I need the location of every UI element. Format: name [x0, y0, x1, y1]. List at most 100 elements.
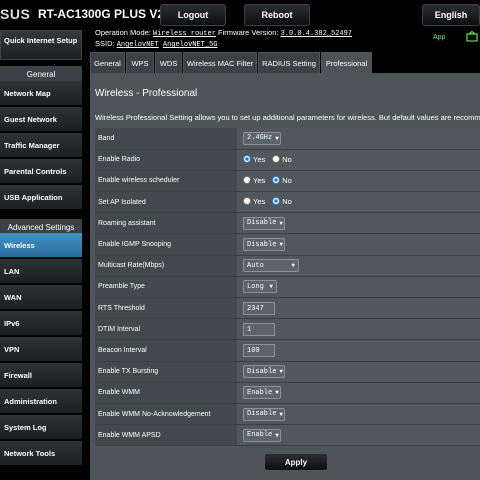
chevron-down-icon: ▼ — [275, 134, 279, 142]
setting-row-preamble-type: Preamble Type Long ▼ — [95, 276, 480, 299]
radio-unselected-icon — [243, 197, 251, 206]
sidebar-item-network-map[interactable]: Network Map — [0, 81, 82, 106]
chevron-down-icon: ▼ — [269, 283, 273, 291]
radio-unselected-icon — [272, 155, 281, 164]
tab-wps[interactable]: WPS — [126, 52, 154, 73]
beacon-interval-input[interactable]: 100 — [243, 343, 275, 357]
setting-row-igmp-snooping: Enable IGMP Snooping Disable ▼ — [95, 233, 480, 256]
sidebar-item-administration[interactable]: Administration — [0, 389, 82, 414]
sidebar-item-parental-controls[interactable]: Parental Controls — [0, 159, 82, 184]
firmware-link[interactable]: 3.0.0.4.382_52497 — [281, 30, 352, 38]
sidebar-item-traffic-manager[interactable]: Traffic Manager — [0, 133, 82, 158]
language-selector[interactable]: English — [422, 4, 480, 26]
status-line-ssid: SSID: AngelovNET AngelovNET_5G — [95, 39, 217, 49]
quick-internet-setup-button[interactable]: Quick Internet Setup — [0, 30, 82, 60]
setting-row-rts-threshold: RTS Threshold 2347 — [95, 297, 480, 320]
setting-label: Set AP Isolated — [95, 191, 237, 214]
tab-radius-setting[interactable]: RADIUS Setting — [258, 52, 320, 73]
setting-row-wmm-apsd: Enable WMM APSD Enable ▼ — [95, 424, 480, 447]
setting-label: DTIM Interval — [95, 318, 237, 341]
setting-label: Roaming assistant — [95, 212, 237, 235]
radio-selected-icon — [243, 155, 251, 164]
setting-row-wmm: Enable WMM Enable ▼ — [95, 382, 480, 404]
band-select[interactable]: 2.4GHz ▼ — [243, 131, 281, 145]
setting-label: Multicast Rate(Mbps) — [95, 255, 237, 277]
setting-row-wmm-no-ack: Enable WMM No-Acknowledgement Disable ▼ — [95, 403, 480, 426]
select-value: Disable — [247, 219, 277, 228]
tx-bursting-select[interactable]: Disable ▼ — [243, 365, 285, 379]
sidebar-item-usb-application[interactable]: USB Application — [0, 185, 82, 210]
apply-button[interactable]: Apply — [264, 453, 328, 471]
setting-label: Enable WMM — [95, 382, 237, 404]
app-link-icon[interactable] — [466, 31, 478, 43]
sidebar-item-guest-network[interactable]: Guest Network — [0, 107, 82, 132]
chevron-down-icon: ▼ — [275, 389, 279, 397]
tab-wireless-mac-filter[interactable]: Wireless MAC Filter — [183, 52, 257, 73]
firmware-label: Firmware Version: — [215, 28, 281, 37]
dtim-interval-input[interactable]: 1 — [243, 322, 275, 336]
app-label[interactable]: App — [433, 34, 445, 41]
sidebar-item-network-tools[interactable]: Network Tools — [0, 441, 82, 466]
sidebar-item-firewall[interactable]: Firewall — [0, 363, 82, 388]
setting-row-band: Band 2.4GHz ▼ — [95, 128, 480, 150]
radio-label: Yes — [253, 175, 266, 185]
ssid-link-2[interactable]: AngelovNET_5G — [163, 41, 218, 49]
enable-radio-yes[interactable]: Yes — [243, 155, 265, 164]
ssid-link-1[interactable]: AngelovNET — [117, 41, 159, 49]
chevron-down-icon: ▼ — [279, 368, 284, 376]
tab-wds[interactable]: WDS — [155, 52, 182, 73]
preamble-type-select[interactable]: Long ▼ — [243, 280, 277, 294]
multicast-rate-select[interactable]: Auto ▼ — [243, 259, 299, 273]
logout-button[interactable]: Logout — [160, 4, 226, 26]
enable-radio-no[interactable]: No — [272, 155, 292, 164]
scheduler-yes[interactable]: Yes — [243, 176, 265, 185]
igmp-snooping-select[interactable]: Disable ▼ — [243, 238, 285, 252]
tab-professional[interactable]: Professional — [321, 52, 372, 73]
sidebar-item-lan[interactable]: LAN — [0, 259, 82, 284]
chevron-down-icon: ▼ — [275, 431, 279, 439]
setting-row-tx-bursting: Enable TX Bursting Disable ▼ — [95, 361, 480, 383]
status-line-operation: Operation Mode: Wireless router Firmware… — [95, 28, 352, 38]
wmm-apsd-select[interactable]: Enable ▼ — [243, 428, 281, 442]
select-value: Enable — [247, 388, 273, 397]
page-description: Wireless Professional Setting allows you… — [95, 113, 480, 122]
tab-general[interactable]: General — [90, 52, 125, 73]
setting-label: RTS Threshold — [95, 297, 237, 320]
setting-row-ap-isolated: Set AP Isolated Yes No — [95, 191, 480, 214]
setting-label: Band — [95, 128, 237, 150]
chevron-down-icon: ▼ — [279, 410, 284, 418]
reboot-button[interactable]: Reboot — [244, 4, 310, 26]
setting-row-multicast-rate: Multicast Rate(Mbps) Auto ▼ — [95, 255, 480, 277]
ap-isolated-no[interactable]: No — [272, 197, 292, 206]
router-model: RT-AC1300G PLUS V2 — [38, 7, 165, 21]
sidebar-item-system-log[interactable]: System Log — [0, 415, 82, 440]
wmm-no-ack-select[interactable]: Disable ▼ — [243, 407, 285, 421]
setting-label: Enable TX Bursting — [95, 361, 237, 383]
select-value: Long — [247, 282, 264, 291]
sidebar-item-wan[interactable]: WAN — [0, 285, 82, 310]
ap-isolated-yes[interactable]: Yes — [243, 197, 265, 206]
chevron-down-icon: ▼ — [291, 262, 295, 270]
chevron-down-icon: ▼ — [279, 219, 284, 227]
setting-row-dtim-interval: DTIM Interval 1 — [95, 318, 480, 341]
radio-label: No — [282, 196, 292, 206]
radio-label: Yes — [253, 196, 266, 206]
page-title: Wireless - Professional — [95, 88, 198, 99]
setting-label: Preamble Type — [95, 276, 237, 299]
radio-label: Yes — [253, 154, 266, 164]
roaming-assistant-select[interactable]: Disable ▼ — [243, 216, 285, 230]
operation-mode-link[interactable]: Wireless router — [153, 30, 216, 38]
wmm-select[interactable]: Enable ▼ — [243, 386, 281, 400]
select-value: Auto — [247, 261, 264, 270]
sidebar-item-wireless[interactable]: Wireless — [0, 233, 82, 258]
radio-label: No — [282, 154, 292, 164]
sidebar: Quick Internet Setup General Network Map… — [0, 30, 82, 480]
setting-row-wireless-scheduler: Enable wireless scheduler Yes No — [95, 170, 480, 193]
sidebar-item-vpn[interactable]: VPN — [0, 337, 82, 362]
setting-label: Enable WMM No-Acknowledgement — [95, 403, 237, 426]
sidebar-item-ipv6[interactable]: IPv6 — [0, 311, 82, 336]
setting-label: Enable WMM APSD — [95, 424, 237, 447]
scheduler-no[interactable]: No — [272, 176, 292, 185]
setting-label: Enable Radio — [95, 149, 237, 171]
rts-threshold-input[interactable]: 2347 — [243, 301, 275, 315]
